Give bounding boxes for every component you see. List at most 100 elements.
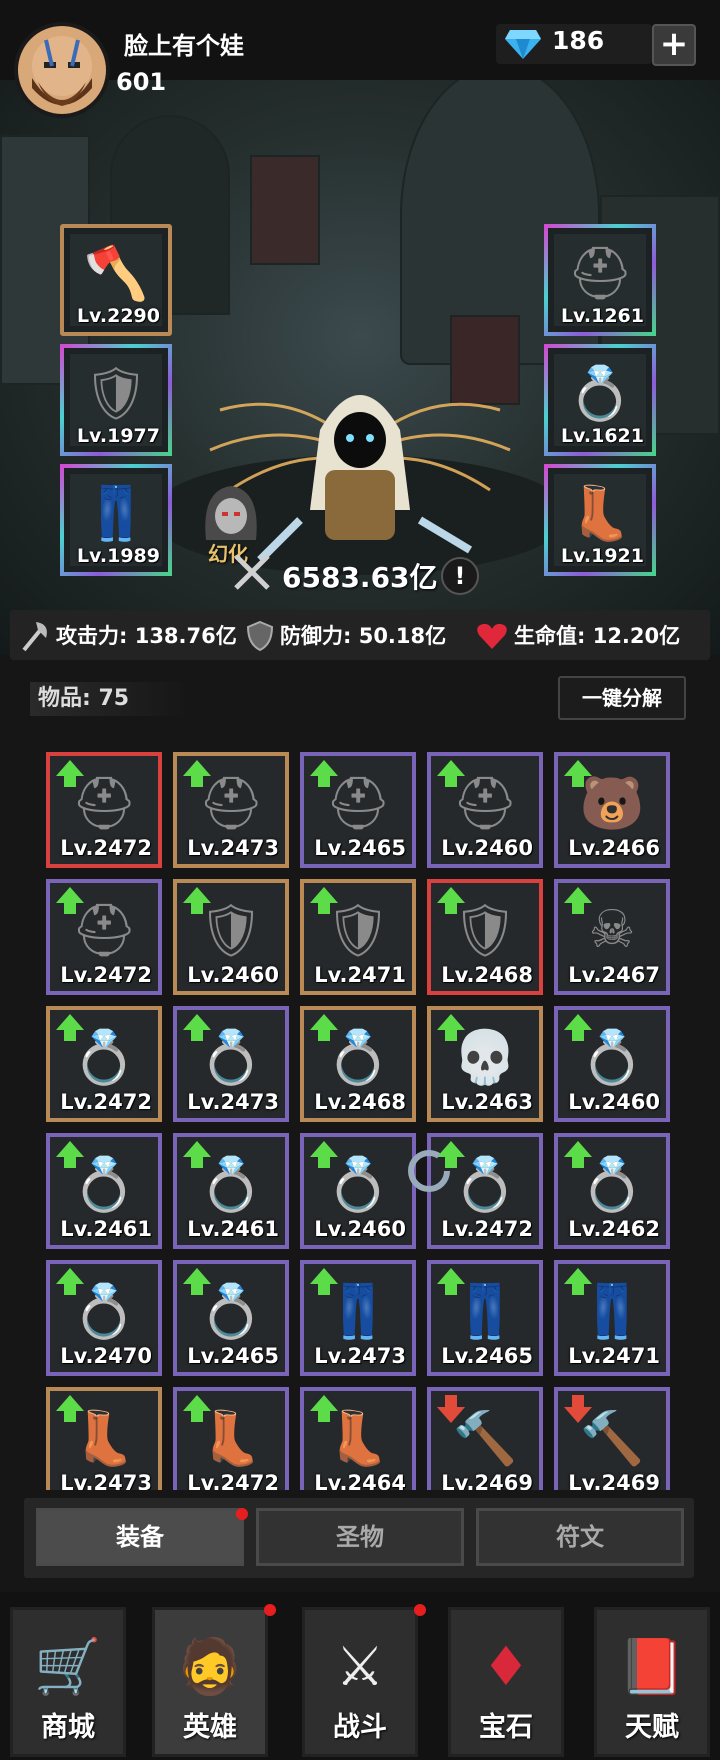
equipped-slot-right-0[interactable]: ⛑ Lv.1261 bbox=[544, 224, 656, 336]
item-level: Lv.2466 bbox=[568, 836, 660, 860]
upgrade-arrow-icon bbox=[437, 760, 465, 787]
item-level: Lv.1977 bbox=[76, 425, 160, 447]
upgrade-arrow-icon bbox=[183, 1141, 211, 1168]
inventory-item[interactable]: 💍 Lv.2460 bbox=[300, 1133, 416, 1249]
inventory-item[interactable]: 👖 Lv.2471 bbox=[554, 1260, 670, 1376]
nav-label: 宝石 bbox=[479, 1712, 533, 1743]
upgrade-arrow-icon bbox=[437, 1268, 465, 1295]
nav-shop[interactable]: 🛒 商城 bbox=[10, 1607, 126, 1757]
inventory-item[interactable]: 💍 Lv.2461 bbox=[46, 1133, 162, 1249]
notification-badge bbox=[264, 1604, 276, 1616]
nav-battle[interactable]: ⚔ 战斗 bbox=[302, 1607, 418, 1757]
inventory-item[interactable]: 👖 Lv.2465 bbox=[427, 1260, 543, 1376]
item-level: Lv.2472 bbox=[60, 836, 152, 860]
notification-badge bbox=[236, 1508, 248, 1520]
power-info-button[interactable]: ! bbox=[441, 557, 479, 595]
inventory-item[interactable]: 💍 Lv.2473 bbox=[173, 1006, 289, 1122]
upgrade-arrow-icon bbox=[310, 1141, 338, 1168]
item-level: Lv.2472 bbox=[441, 1217, 533, 1241]
hero-portrait-icon: 🧔 bbox=[176, 1635, 244, 1698]
inventory-item[interactable]: ⛑ Lv.2472 bbox=[46, 752, 162, 868]
inventory-item[interactable]: ⛑ Lv.2472 bbox=[46, 879, 162, 995]
tab-equipment[interactable]: 装备 bbox=[36, 1508, 244, 1566]
upgrade-arrow-icon bbox=[310, 887, 338, 914]
hp-stat: 生命值: 12.20亿 bbox=[514, 624, 681, 648]
player-name: 脸上有个娃 bbox=[124, 32, 244, 60]
player-avatar[interactable] bbox=[14, 22, 110, 118]
item-level: Lv.2468 bbox=[314, 1090, 406, 1114]
equipped-slot-left-0[interactable]: 🪓 Lv.2290 bbox=[60, 224, 172, 336]
inventory-item[interactable]: 🛡 Lv.2468 bbox=[427, 879, 543, 995]
equipped-slot-left-2[interactable]: 👖 Lv.1989 bbox=[60, 464, 172, 576]
upgrade-arrow-icon bbox=[56, 1268, 84, 1295]
item-level: Lv.2472 bbox=[187, 1471, 279, 1490]
item-level: Lv.2460 bbox=[314, 1217, 406, 1241]
upgrade-arrow-icon bbox=[56, 1395, 84, 1422]
add-gems-button[interactable]: + bbox=[652, 24, 696, 66]
heart-icon bbox=[477, 623, 507, 649]
item-level: Lv.2471 bbox=[568, 1344, 660, 1368]
inventory-item[interactable]: 👢 Lv.2473 bbox=[46, 1387, 162, 1490]
inventory-item[interactable]: 💍 Lv.2461 bbox=[173, 1133, 289, 1249]
item-level: Lv.2461 bbox=[60, 1217, 152, 1241]
inventory-item[interactable]: ⛑ Lv.2465 bbox=[300, 752, 416, 868]
tab-relics[interactable]: 圣物 bbox=[256, 1508, 464, 1566]
item-level: Lv.2468 bbox=[441, 963, 533, 987]
shop-cart-icon: 🛒 bbox=[34, 1635, 102, 1698]
inventory-item[interactable]: 🛡 Lv.2460 bbox=[173, 879, 289, 995]
item-level: Lv.2462 bbox=[568, 1217, 660, 1241]
upgrade-arrow-icon bbox=[183, 1268, 211, 1295]
item-level: Lv.2460 bbox=[187, 963, 279, 987]
decompose-all-button[interactable]: 一键分解 bbox=[558, 676, 686, 720]
inventory-item[interactable]: 💍 Lv.2465 bbox=[173, 1260, 289, 1376]
inventory-item[interactable]: 💍 Lv.2468 bbox=[300, 1006, 416, 1122]
red-gem-icon: ♦ bbox=[481, 1635, 531, 1698]
tab-runes[interactable]: 符文 bbox=[476, 1508, 684, 1566]
item-level: Lv.1621 bbox=[560, 425, 644, 447]
upgrade-arrow-icon bbox=[564, 1268, 592, 1295]
equipped-slot-left-1[interactable]: 🛡 Lv.1977 bbox=[60, 344, 172, 456]
inventory-item[interactable]: 🔨 Lv.2469 bbox=[427, 1387, 543, 1490]
item-level: Lv.2461 bbox=[187, 1217, 279, 1241]
item-level: Lv.2463 bbox=[441, 1090, 533, 1114]
item-level: Lv.2469 bbox=[568, 1471, 660, 1490]
nav-hero[interactable]: 🧔 英雄 bbox=[152, 1607, 268, 1757]
item-level: Lv.1261 bbox=[560, 305, 644, 327]
upgrade-arrow-icon bbox=[56, 1014, 84, 1041]
inventory-item[interactable]: 👖 Lv.2473 bbox=[300, 1260, 416, 1376]
upgrade-arrow-icon bbox=[56, 1141, 84, 1168]
inventory-item[interactable]: 💍 Lv.2472 bbox=[46, 1006, 162, 1122]
inventory-grid: ⛑ Lv.2472 ⛑ Lv.2473 ⛑ Lv.2465 ⛑ Lv.2460 🐻 Lv.2466… bbox=[46, 752, 676, 1490]
inventory-item[interactable]: ☠ Lv.2467 bbox=[554, 879, 670, 995]
inventory-item[interactable]: 👢 Lv.2464 bbox=[300, 1387, 416, 1490]
diamond-icon bbox=[505, 30, 541, 59]
attack-stat: 攻击力: 138.76亿 bbox=[56, 624, 237, 648]
nav-gems[interactable]: ♦ 宝石 bbox=[448, 1607, 564, 1757]
inventory-item[interactable]: ⛑ Lv.2460 bbox=[427, 752, 543, 868]
inventory-item[interactable]: 👢 Lv.2472 bbox=[173, 1387, 289, 1490]
equipped-slot-right-1[interactable]: 💍 Lv.1621 bbox=[544, 344, 656, 456]
inventory-item[interactable]: 💍 Lv.2470 bbox=[46, 1260, 162, 1376]
item-count: 物品: 75 bbox=[30, 682, 190, 716]
item-level: Lv.2473 bbox=[60, 1471, 152, 1490]
inventory-item[interactable]: 💍 Lv.2460 bbox=[554, 1006, 670, 1122]
item-level: Lv.2469 bbox=[441, 1471, 533, 1490]
downgrade-arrow-icon bbox=[437, 1395, 465, 1423]
nav-talents[interactable]: 📕 天赋 bbox=[594, 1607, 710, 1757]
item-level: Lv.2464 bbox=[314, 1471, 406, 1490]
item-level: Lv.1921 bbox=[560, 545, 644, 567]
inventory-item[interactable]: ⛑ Lv.2473 bbox=[173, 752, 289, 868]
upgrade-arrow-icon bbox=[564, 1141, 592, 1168]
inventory-item[interactable]: 💀 Lv.2463 bbox=[427, 1006, 543, 1122]
item-level: Lv.2465 bbox=[314, 836, 406, 860]
upgrade-arrow-icon bbox=[564, 760, 592, 787]
equipped-slot-right-2[interactable]: 👢 Lv.1921 bbox=[544, 464, 656, 576]
nav-label: 天赋 bbox=[625, 1712, 679, 1743]
inventory-item[interactable]: 🐻 Lv.2466 bbox=[554, 752, 670, 868]
item-level: Lv.2473 bbox=[187, 836, 279, 860]
defense-stat: 防御力: 50.18亿 bbox=[280, 624, 447, 648]
inventory-item[interactable]: 🔨 Lv.2469 bbox=[554, 1387, 670, 1490]
upgrade-arrow-icon bbox=[564, 1014, 592, 1041]
inventory-item[interactable]: 🛡 Lv.2471 bbox=[300, 879, 416, 995]
inventory-item[interactable]: 💍 Lv.2462 bbox=[554, 1133, 670, 1249]
